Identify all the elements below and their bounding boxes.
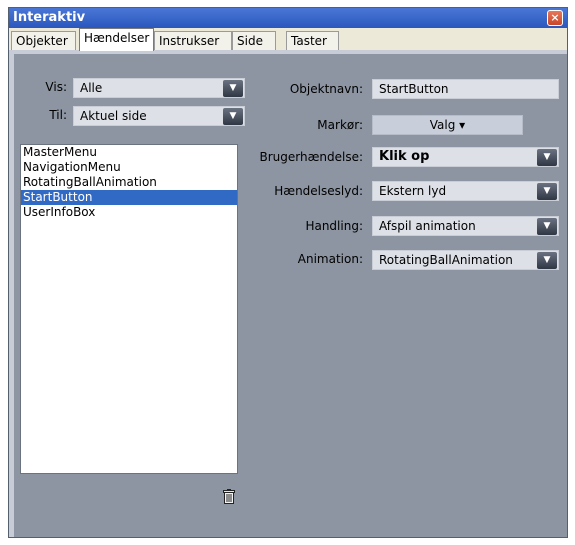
animation-dropdown[interactable]: RotatingBallAnimation ▼ <box>372 250 559 270</box>
interaktiv-window: Interaktiv × Objekter Hændelser Instruks… <box>8 7 568 538</box>
til-dropdown[interactable]: Aktuel side ▼ <box>73 106 245 126</box>
markor-label: Markør: <box>317 118 363 132</box>
tab-objekter[interactable]: Objekter <box>11 31 76 50</box>
list-item[interactable]: MasterMenu <box>21 145 237 160</box>
handling-value: Afspil animation <box>379 219 476 233</box>
chevron-down-icon[interactable]: ▼ <box>537 252 557 269</box>
list-item-selected[interactable]: StartButton <box>21 190 237 205</box>
handling-label: Handling: <box>305 219 363 233</box>
tab-side[interactable]: Side <box>232 31 276 50</box>
chevron-down-icon[interactable]: ▼ <box>537 218 557 235</box>
animation-value: RotatingBallAnimation <box>379 253 513 267</box>
markor-button[interactable]: Valg ▾ <box>372 115 523 135</box>
vis-dropdown[interactable]: Alle ▼ <box>73 78 245 98</box>
brugerhaendelse-value: Klik op <box>379 149 430 164</box>
tab-label: Hændelser <box>84 31 150 45</box>
close-button[interactable]: × <box>547 10 563 26</box>
trash-icon[interactable] <box>223 489 235 504</box>
haendelseslyd-label: Hændelseslyd: <box>274 184 363 198</box>
list-item[interactable]: RotatingBallAnimation <box>21 175 237 190</box>
list-item[interactable]: NavigationMenu <box>21 160 237 175</box>
chevron-down-icon[interactable]: ▼ <box>223 108 243 125</box>
tab-haendelser[interactable]: Hændelser <box>79 28 154 51</box>
objektnavn-field[interactable]: StartButton <box>372 79 559 99</box>
tab-label: Objekter <box>16 34 68 48</box>
brugerhaendelse-label: Brugerhændelse: <box>259 150 364 164</box>
vis-label: Vis: <box>45 80 67 94</box>
chevron-down-icon[interactable]: ▼ <box>223 80 243 97</box>
tab-taster[interactable]: Taster <box>286 31 339 50</box>
handling-dropdown[interactable]: Afspil animation ▼ <box>372 216 559 236</box>
til-label: Til: <box>49 108 67 122</box>
objektnavn-value: StartButton <box>379 82 449 96</box>
tab-instrukser[interactable]: Instrukser <box>154 31 232 50</box>
window-title: Interaktiv <box>13 10 86 25</box>
haendelseslyd-dropdown[interactable]: Ekstern lyd ▼ <box>372 181 559 201</box>
brugerhaendelse-dropdown[interactable]: Klik op ▼ <box>372 147 559 167</box>
chevron-down-icon[interactable]: ▼ <box>537 183 557 200</box>
haendelseslyd-value: Ekstern lyd <box>379 184 447 198</box>
panel-left-border <box>9 50 14 537</box>
tab-label: Instrukser <box>159 34 220 48</box>
title-bar[interactable]: Interaktiv × <box>9 8 567 28</box>
til-value: Aktuel side <box>80 109 147 123</box>
animation-label: Animation: <box>297 252 363 266</box>
objektnavn-label: Objektnavn: <box>289 82 363 96</box>
markor-value: Valg ▾ <box>429 118 466 132</box>
list-item[interactable]: UserInfoBox <box>21 205 237 220</box>
close-icon: × <box>550 11 560 24</box>
chevron-down-icon[interactable]: ▼ <box>537 149 557 166</box>
tab-label: Side <box>237 34 263 48</box>
tab-strip: Objekter Hændelser Instrukser Side Taste… <box>9 28 567 51</box>
object-list[interactable]: MasterMenu NavigationMenu RotatingBallAn… <box>20 144 238 474</box>
vis-value: Alle <box>80 81 103 95</box>
tab-label: Taster <box>291 34 327 48</box>
